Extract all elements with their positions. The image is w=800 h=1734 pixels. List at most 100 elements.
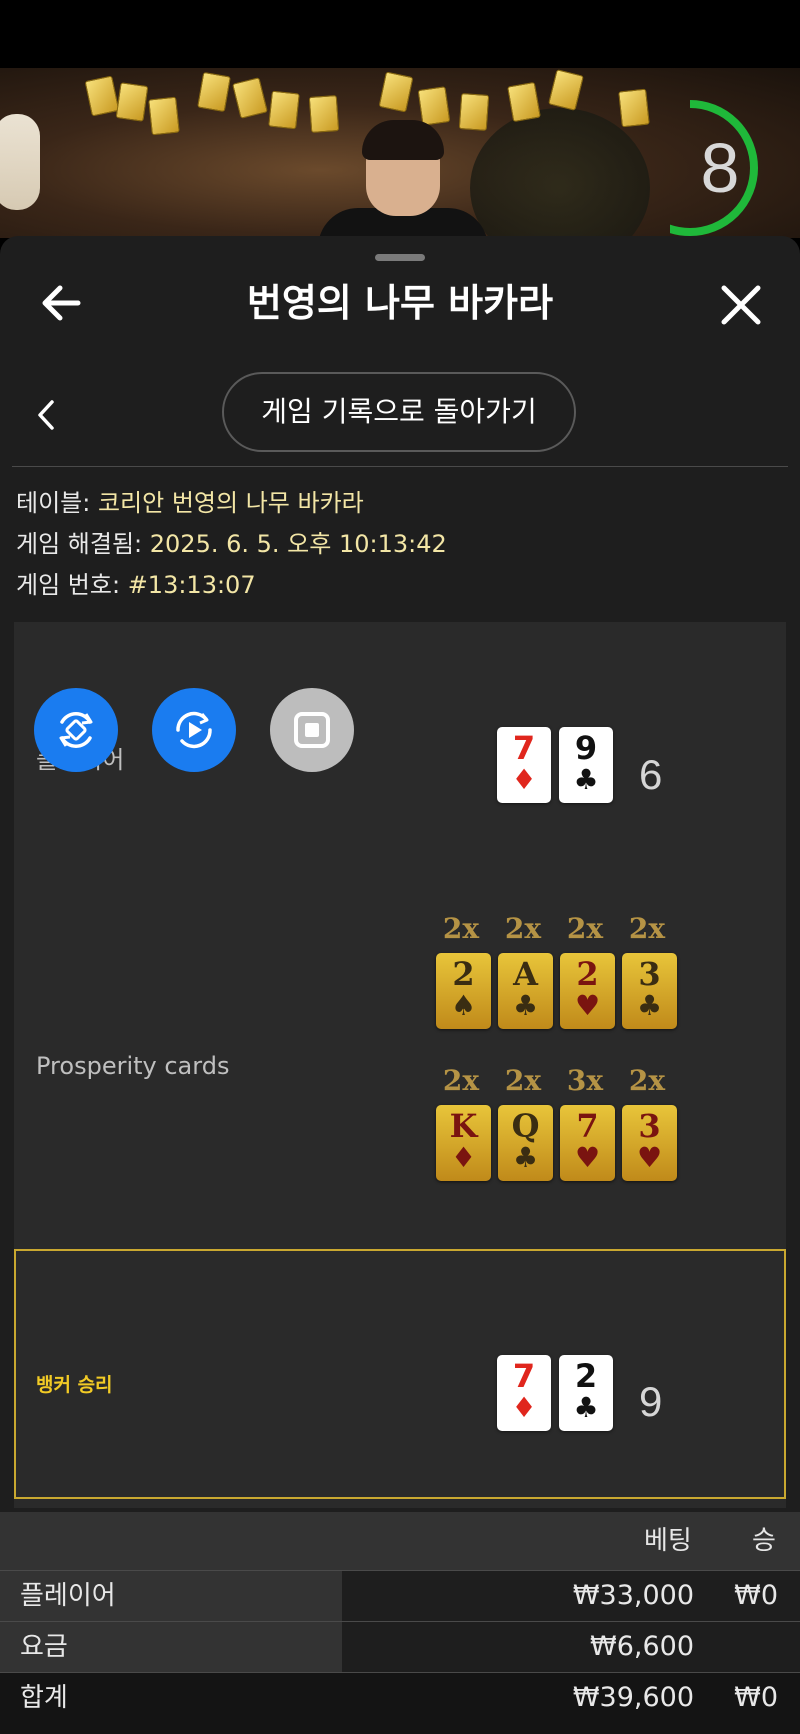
bet-table-header: 베팅 승 [0,1512,800,1570]
gold-card-decoration [458,93,490,131]
gold-card-decoration [115,82,149,122]
card-suit: ♣ [573,763,599,796]
table-row: 플레이어 ₩33,000 ₩0 [0,1571,800,1621]
gold-card-decoration [268,90,300,130]
win-column-header: 승 [752,1526,776,1556]
card-rank: Q [511,1107,540,1145]
card-suit: ♣ [573,1391,599,1424]
row-bet: ₩6,600 [590,1631,694,1662]
prosperity-card: 7 ♥ [560,1105,615,1181]
multiplier-label: 2x [566,912,604,945]
resolved-info-value: 2025. 6. 5. 오후 10:13:42 [149,530,447,558]
gold-card-decoration [378,71,414,113]
rotate-icon [59,712,93,748]
countdown-timer: 8 [622,100,770,236]
row-bet: ₩33,000 [572,1580,694,1611]
timer-value: 8 [700,129,740,207]
card-suit: ♦ [511,1391,537,1424]
card-rank: 2 [576,955,599,993]
back-arrow-icon[interactable] [38,278,88,328]
stop-button[interactable] [270,688,354,772]
prosperity-cards-label: Prosperity cards [36,1052,230,1080]
game-number-info: 게임 번호: #13:13:07 [16,568,256,602]
card-suit: ♦ [450,1141,477,1174]
card-suit: ♥ [574,1141,601,1174]
resolved-info: 게임 해결됨: 2025. 6. 5. 오후 10:13:42 [16,527,447,561]
row-value-cell [342,1571,800,1621]
prosperity-card: Q ♣ [498,1105,553,1181]
gold-card-decoration [308,95,340,133]
card-rank: 2 [452,955,475,993]
prosperity-card: 3 ♣ [622,953,677,1029]
card-rank: 7 [576,1107,599,1145]
tree-decoration [470,108,650,238]
gold-card-decoration [507,81,541,123]
resolved-info-label: 게임 해결됨: [16,530,143,558]
total-bet: ₩39,600 [572,1682,694,1713]
page-title: 번영의 나무 바카라 [246,281,554,325]
prosperity-card: 2 ♠ [436,953,491,1029]
card-rank: 7 [512,1357,536,1395]
close-icon[interactable] [714,278,768,332]
multiplier-label: 2x [628,912,666,945]
replay-button[interactable] [152,688,236,772]
table-info: 테이블: 코리안 번영의 나무 바카라 [16,486,364,520]
prosperity-card: 3 ♥ [622,1105,677,1181]
stop-icon [294,712,330,748]
table-info-label: 테이블: [16,489,91,517]
card-suit: ♥ [636,1141,663,1174]
card-rank: 9 [574,729,598,767]
card-suit: ♠ [450,989,477,1022]
card-rank: K [449,1107,478,1145]
banker-card-2: 2 ♣ [559,1355,613,1431]
card-rank: A [513,955,538,993]
rotate-view-button[interactable] [34,688,118,772]
card-rank: 2 [574,1357,598,1395]
row-value-cell [342,1622,800,1672]
divider [12,466,788,467]
total-win: ₩0 [734,1682,778,1713]
row-label: 요금 [20,1632,68,1662]
card-suit: ♣ [512,1141,539,1174]
bet-column-header: 베팅 [644,1526,692,1556]
game-number-label: 게임 번호: [16,571,121,599]
gold-card-decoration [618,88,650,128]
banker-card-1: 7 ♦ [497,1355,551,1431]
row-win: ₩0 [734,1580,778,1611]
card-suit: ♥ [574,989,601,1022]
multiplier-label: 2x [442,912,480,945]
player-card-2: 9 ♣ [559,727,613,803]
card-suit: ♦ [511,763,537,796]
chevron-left-icon[interactable] [32,396,62,434]
player-card-1: 7 ♦ [497,727,551,803]
multiplier-label: 2x [504,912,542,945]
gold-card-decoration [417,86,451,126]
replay-icon [176,711,212,749]
gold-card-decoration [84,75,120,117]
banker-result-row [14,1249,786,1499]
lantern-decoration [0,114,40,210]
multiplier-label: 3x [566,1064,604,1097]
card-suit: ♣ [512,989,539,1022]
prosperity-card: K ♦ [436,1105,491,1181]
card-suit: ♣ [636,989,663,1022]
player-score: 6 [639,751,663,798]
game-number-value: #13:13:07 [127,571,256,599]
banker-win-label: 뱅커 승리 [36,1374,113,1396]
table-row: 요금 ₩6,600 [0,1622,800,1672]
row-label: 플레이어 [20,1581,116,1611]
gold-card-decoration [148,96,180,136]
prosperity-card: 2 ♥ [560,953,615,1029]
card-rank: 3 [638,955,661,993]
sheet-drag-handle[interactable] [375,254,425,261]
total-row: 합계 ₩39,600 ₩0 [0,1673,800,1734]
dealer-hair [362,120,444,160]
prosperity-card: A ♣ [498,953,553,1029]
multiplier-label: 2x [504,1064,542,1097]
table-info-value: 코리안 번영의 나무 바카라 [97,489,364,517]
banker-score: 9 [639,1378,663,1425]
gold-card-decoration [548,69,584,111]
gold-card-decoration [232,77,268,119]
back-to-history-button[interactable]: 게임 기록으로 돌아가기 [222,372,576,452]
multiplier-label: 2x [628,1064,666,1097]
